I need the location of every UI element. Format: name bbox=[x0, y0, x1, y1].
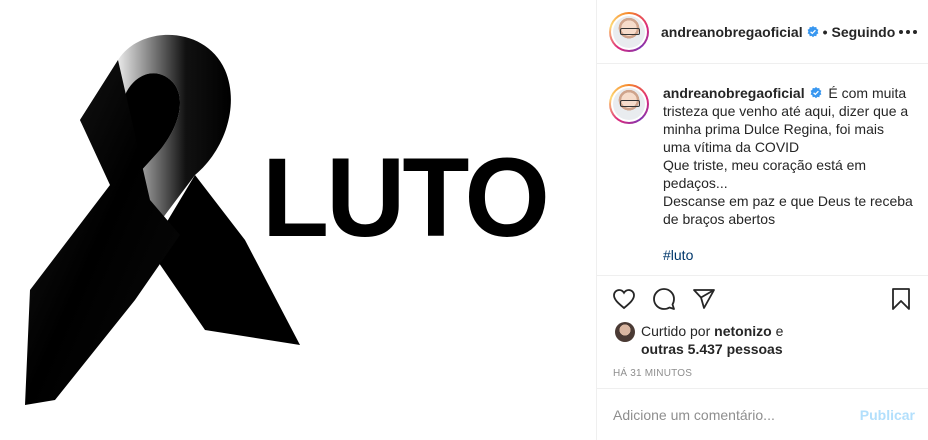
comment-input[interactable] bbox=[613, 406, 860, 423]
save-button[interactable] bbox=[888, 286, 914, 312]
liker-username[interactable]: netonizo bbox=[714, 323, 772, 339]
comment-icon bbox=[653, 288, 675, 310]
post-timestamp[interactable]: Há 31 minutos bbox=[597, 358, 928, 379]
caption-line-2: Que triste, meu coração está em pedaços.… bbox=[663, 157, 867, 191]
following-button[interactable]: Seguindo bbox=[832, 24, 896, 40]
liked-by-prefix: Curtido por bbox=[641, 323, 711, 339]
heart-icon bbox=[613, 289, 635, 310]
share-button[interactable] bbox=[691, 286, 717, 312]
header-user-info: andreanobregaoficial • Seguindo bbox=[661, 24, 895, 40]
liker-avatar[interactable] bbox=[615, 322, 635, 342]
hashtag-link[interactable]: #luto bbox=[663, 246, 693, 264]
like-button[interactable] bbox=[611, 286, 637, 312]
caption-username[interactable]: andreanobregaoficial bbox=[663, 85, 805, 101]
likes-conjunction: e bbox=[775, 323, 784, 339]
verified-badge-icon bbox=[807, 25, 818, 37]
action-bar bbox=[597, 276, 928, 322]
caption-author-avatar[interactable] bbox=[609, 84, 649, 124]
more-options-icon[interactable] bbox=[895, 26, 921, 38]
share-icon bbox=[693, 289, 715, 309]
likes-text: Curtido por netonizo e outras 5.437 pess… bbox=[641, 322, 783, 358]
post-side-panel: andreanobregaoficial • Seguindo andreano… bbox=[596, 0, 928, 440]
post-image[interactable]: LUTO bbox=[0, 0, 596, 440]
publish-button[interactable]: Publicar bbox=[860, 407, 915, 423]
comment-button[interactable] bbox=[651, 286, 677, 312]
likes-summary: Curtido por netonizo e outras 5.437 pess… bbox=[597, 322, 928, 358]
caption-section: andreanobregaoficial É com muita tristez… bbox=[597, 64, 928, 276]
black-ribbon-image bbox=[25, 34, 300, 405]
likes-count-link[interactable]: outras 5.437 pessoas bbox=[641, 341, 783, 357]
avatar-photo bbox=[613, 88, 645, 120]
caption-line-3: Descanse em paz e que Deus te receba de … bbox=[663, 193, 913, 227]
luto-overlay-text: LUTO bbox=[262, 135, 550, 260]
caption-text: andreanobregaoficial É com muita tristez… bbox=[663, 84, 913, 275]
header-username[interactable]: andreanobregaoficial bbox=[661, 24, 803, 40]
verified-badge-icon bbox=[811, 87, 822, 99]
avatar-photo bbox=[613, 15, 645, 48]
author-avatar[interactable] bbox=[609, 11, 649, 52]
post-header: andreanobregaoficial • Seguindo bbox=[597, 0, 928, 64]
separator-dot: • bbox=[822, 23, 828, 40]
bookmark-icon bbox=[892, 288, 910, 310]
comment-box: Publicar bbox=[597, 388, 928, 440]
